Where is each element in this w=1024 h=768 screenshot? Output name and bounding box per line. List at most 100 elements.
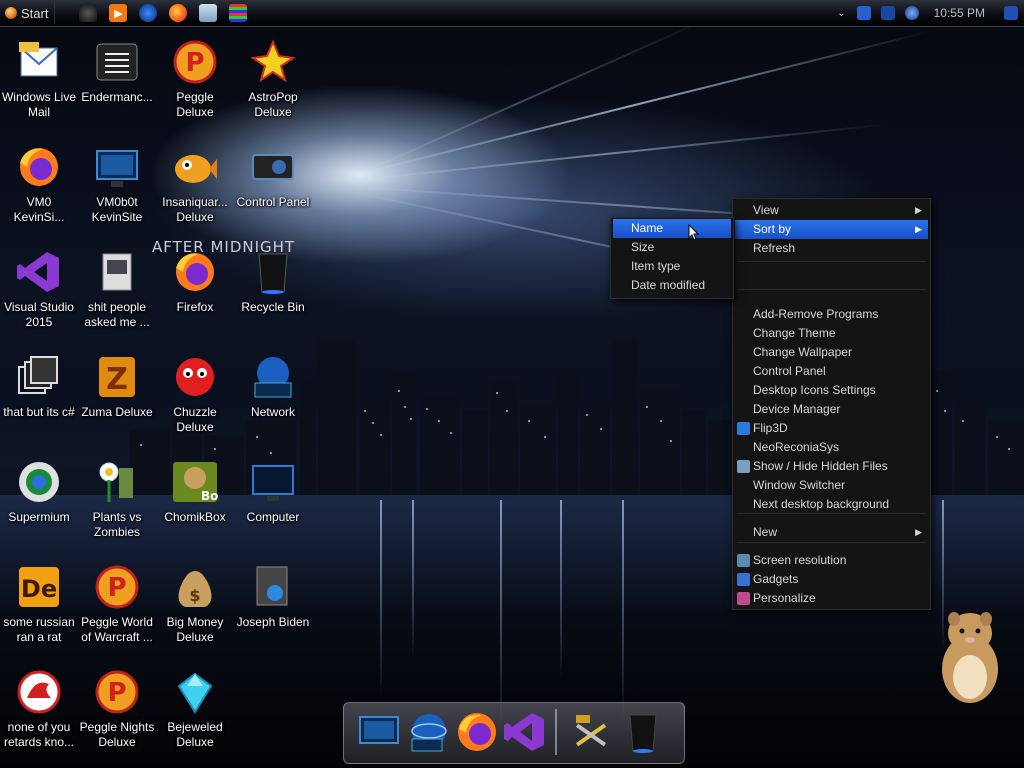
desktop-icon-label: Zuma Deluxe <box>81 405 153 419</box>
menu-item-personalize[interactable]: Personalize <box>735 589 928 608</box>
desktop-icon[interactable]: Recycle Bin <box>234 248 312 315</box>
desktop-icon[interactable]: Windows Live Mail <box>0 38 78 120</box>
clock[interactable]: 10:55 PM <box>934 6 985 20</box>
menu-item-device-manager[interactable]: Device Manager <box>735 400 928 419</box>
sort-option-name[interactable]: Name <box>613 219 731 238</box>
dock-network-globe-icon[interactable] <box>406 709 452 755</box>
desktop-icon[interactable]: Firefox <box>156 248 234 315</box>
menu-item-new[interactable]: New ▶ <box>735 523 928 542</box>
menu-item-flip3d[interactable]: Flip3D <box>735 419 928 438</box>
desktop-icon-label: Big Money Deluxe <box>166 615 224 644</box>
dock-firefox-icon[interactable] <box>454 709 500 755</box>
mail-icon <box>15 38 63 86</box>
dock-tools-icon[interactable] <box>568 709 614 755</box>
peggle-icon: P <box>93 668 141 716</box>
desktop-icon[interactable]: Control Panel <box>234 143 312 210</box>
menu-item-change-wallpaper[interactable]: Change Wallpaper <box>735 343 928 362</box>
browser-icon[interactable] <box>139 4 158 22</box>
flip3d-icon <box>737 422 750 435</box>
desktop-icon-label: Peggle Nights Deluxe <box>79 720 155 749</box>
sort-option-label: Item type <box>631 259 681 273</box>
desktop-icon-label: Windows Live Mail <box>1 90 77 119</box>
menu-item-screen-resolution[interactable]: Screen resolution <box>735 551 928 570</box>
desktop-icon-label: Endermanc... <box>81 90 153 104</box>
firefox-icon[interactable] <box>169 4 188 22</box>
money-bag-icon: $ <box>171 563 219 611</box>
firefox-icon <box>15 143 63 191</box>
volume-tray-icon[interactable] <box>904 6 919 20</box>
dock <box>343 702 685 764</box>
desktop-icon[interactable]: Plants vs Zombies <box>78 458 156 540</box>
desktop-icon[interactable]: Computer <box>234 458 312 525</box>
menu-item-label: Window Switcher <box>753 478 846 492</box>
desktop-icon[interactable]: VM0 KevinSi... <box>0 143 78 225</box>
start-button[interactable]: Start <box>2 2 56 24</box>
desktop-icon[interactable]: Joseph Biden <box>234 563 312 630</box>
menu-item-label: Personalize <box>753 591 816 605</box>
tray-expand-icon[interactable]: ⌄ <box>837 8 845 19</box>
desktop-icon[interactable]: that but its c# <box>0 353 78 420</box>
menu-item-gadgets[interactable]: Gadgets <box>735 570 928 589</box>
menu-item-label: Show / Hide Hidden Files <box>753 459 888 473</box>
desktop-icon-label: Joseph Biden <box>236 615 310 629</box>
sort-option-size[interactable]: Size <box>613 238 731 257</box>
desktop-icon[interactable]: P Peggle Nights Deluxe <box>78 668 156 750</box>
menu-item-show-hide-hidden-files[interactable]: Show / Hide Hidden Files <box>735 457 928 476</box>
menu-item-window-switcher[interactable]: Window Switcher <box>735 476 928 495</box>
menu-item-next-desktop-background[interactable]: Next desktop background <box>735 495 928 514</box>
desktop-icon[interactable]: AstroPop Deluxe <box>234 38 312 120</box>
desktop-icon[interactable]: VM0b0t KevinSite <box>78 143 156 225</box>
play-icon[interactable]: ▶ <box>109 4 128 22</box>
desktop-icon[interactable]: Insaniquar... Deluxe <box>156 143 234 225</box>
menu-item-view[interactable]: View ▶ <box>735 201 928 220</box>
app-grid-icon[interactable] <box>229 4 248 22</box>
menu-item-change-theme[interactable]: Change Theme <box>735 324 928 343</box>
desktop-icon-label: shit people asked me ... <box>84 300 150 329</box>
submenu-arrow-icon: ▶ <box>915 527 922 537</box>
explorer-icon[interactable] <box>199 4 218 22</box>
desktop-icon-label: none of you retards kno... <box>3 720 75 749</box>
tray-app-icon[interactable] <box>856 6 871 20</box>
dock-visual-studio-icon[interactable] <box>502 709 548 755</box>
eye-icon <box>737 460 750 473</box>
network-tray-icon[interactable] <box>880 6 895 20</box>
desktop-icon-label: Supermium <box>8 510 70 524</box>
sort-option-date-modified[interactable]: Date modified <box>613 276 731 295</box>
menu-item-label: Device Manager <box>753 402 841 416</box>
menu-item-label: Gadgets <box>753 572 799 586</box>
desktop-icon[interactable]: Box ChomikBox <box>156 458 234 525</box>
fish-icon <box>171 143 219 191</box>
menu-item-desktop-icons-settings[interactable]: Desktop Icons Settings <box>735 381 928 400</box>
mouse-cursor-icon <box>688 224 700 241</box>
desktop-icon[interactable]: De some russian ran a rat <box>0 563 78 645</box>
desktop-icon[interactable]: $ Big Money Deluxe <box>156 563 234 645</box>
menu-item-add-remove-programs[interactable]: Add-Remove Programs <box>735 305 928 324</box>
desktop-icon[interactable]: P Peggle Deluxe <box>156 38 234 120</box>
chuzzle-icon <box>171 353 219 401</box>
menu-item-control-panel[interactable]: Control Panel <box>735 362 928 381</box>
desktop-icon[interactable]: Visual Studio 2015 <box>0 248 78 330</box>
system-tray: ⌄ 10:55 PM <box>831 0 1024 26</box>
media-player-icon[interactable] <box>79 4 98 22</box>
menu-item-sort-by[interactable]: Sort by ▶ <box>735 220 928 239</box>
show-desktop-icon[interactable] <box>1004 6 1018 20</box>
desktop-icon[interactable]: P Peggle World of Warcraft ... <box>78 563 156 645</box>
menu-item-label: Flip3D <box>753 421 788 435</box>
desktop-icon-label: Firefox <box>176 300 214 314</box>
dock-recycle-bin-icon[interactable] <box>620 709 666 755</box>
network-icon <box>249 353 297 401</box>
menu-item-refresh[interactable]: Refresh <box>735 239 928 258</box>
desktop-icon[interactable]: Z Zuma Deluxe <box>78 353 156 420</box>
desktop-icon[interactable]: Chuzzle Deluxe <box>156 353 234 435</box>
dock-computer-icon[interactable] <box>356 709 402 755</box>
desktop-icon[interactable]: Network <box>234 353 312 420</box>
desktop-icon[interactable]: Endermanc... <box>78 38 156 105</box>
menu-item-neoreconiasys[interactable]: NeoReconiaSys <box>735 438 928 457</box>
desktop-icon[interactable]: none of you retards kno... <box>0 668 78 750</box>
sort-option-item-type[interactable]: Item type <box>613 257 731 276</box>
desktop-icon[interactable]: Bejeweled Deluxe <box>156 668 234 750</box>
desktop-icon[interactable]: shit people asked me ... <box>78 248 156 330</box>
desktop-icon[interactable]: Supermium <box>0 458 78 525</box>
windows-stack-icon <box>15 353 63 401</box>
document-icon <box>93 248 141 296</box>
